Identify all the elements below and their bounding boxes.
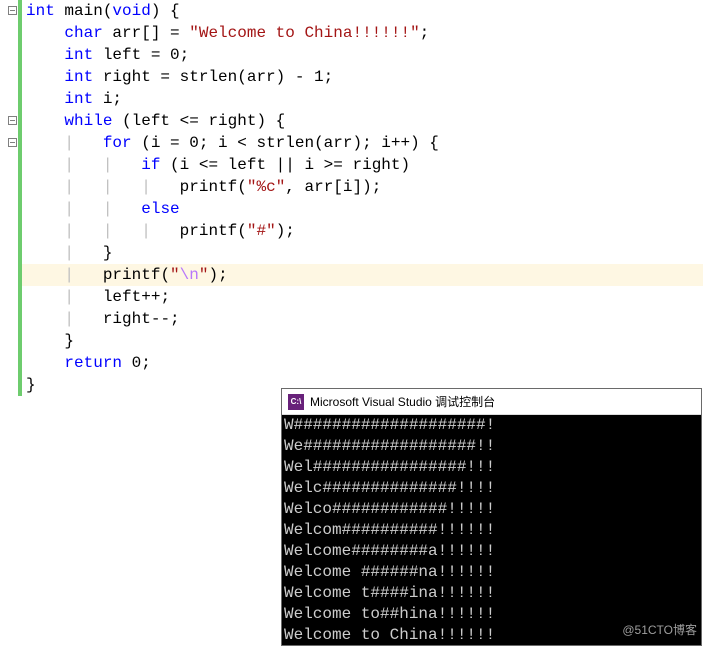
vs-icon: C:\ <box>288 394 304 410</box>
code-area[interactable]: int main(void) { char arr[] = "Welcome t… <box>22 0 703 396</box>
code-line[interactable]: | right--; <box>22 308 703 330</box>
watermark: @51CTO博客 <box>622 619 697 641</box>
code-line[interactable]: | | else <box>22 198 703 220</box>
fold-toggle[interactable] <box>8 116 17 125</box>
code-line[interactable]: int i; <box>22 88 703 110</box>
code-line[interactable]: int right = strlen(arr) - 1; <box>22 66 703 88</box>
code-line[interactable]: while (left <= right) { <box>22 110 703 132</box>
console-output: W####################! We###############… <box>282 415 701 645</box>
code-line[interactable]: | | | printf("%c", arr[i]); <box>22 176 703 198</box>
code-line[interactable]: int main(void) { <box>22 0 703 22</box>
fold-toggle[interactable] <box>8 138 17 147</box>
code-line[interactable]: | for (i = 0; i < strlen(arr); i++) { <box>22 132 703 154</box>
code-line[interactable]: } <box>22 330 703 352</box>
code-line[interactable]: char arr[] = "Welcome to China!!!!!!"; <box>22 22 703 44</box>
code-line[interactable]: int left = 0; <box>22 44 703 66</box>
code-line[interactable]: | left++; <box>22 286 703 308</box>
code-line[interactable]: | | | printf("#"); <box>22 220 703 242</box>
vs-icon-text: C:\ <box>291 391 302 413</box>
code-editor[interactable]: int main(void) { char arr[] = "Welcome t… <box>0 0 703 647</box>
gutter <box>0 0 22 647</box>
console-window[interactable]: C:\ Microsoft Visual Studio 调试控制台 W#####… <box>281 388 702 646</box>
fold-toggle[interactable] <box>8 6 17 15</box>
code-line[interactable]: | printf("\n"); <box>22 264 703 286</box>
console-titlebar[interactable]: C:\ Microsoft Visual Studio 调试控制台 <box>282 389 701 415</box>
code-line[interactable]: return 0; <box>22 352 703 374</box>
code-line[interactable]: | } <box>22 242 703 264</box>
code-line[interactable]: | | if (i <= left || i >= right) <box>22 154 703 176</box>
console-title: Microsoft Visual Studio 调试控制台 <box>310 391 495 413</box>
